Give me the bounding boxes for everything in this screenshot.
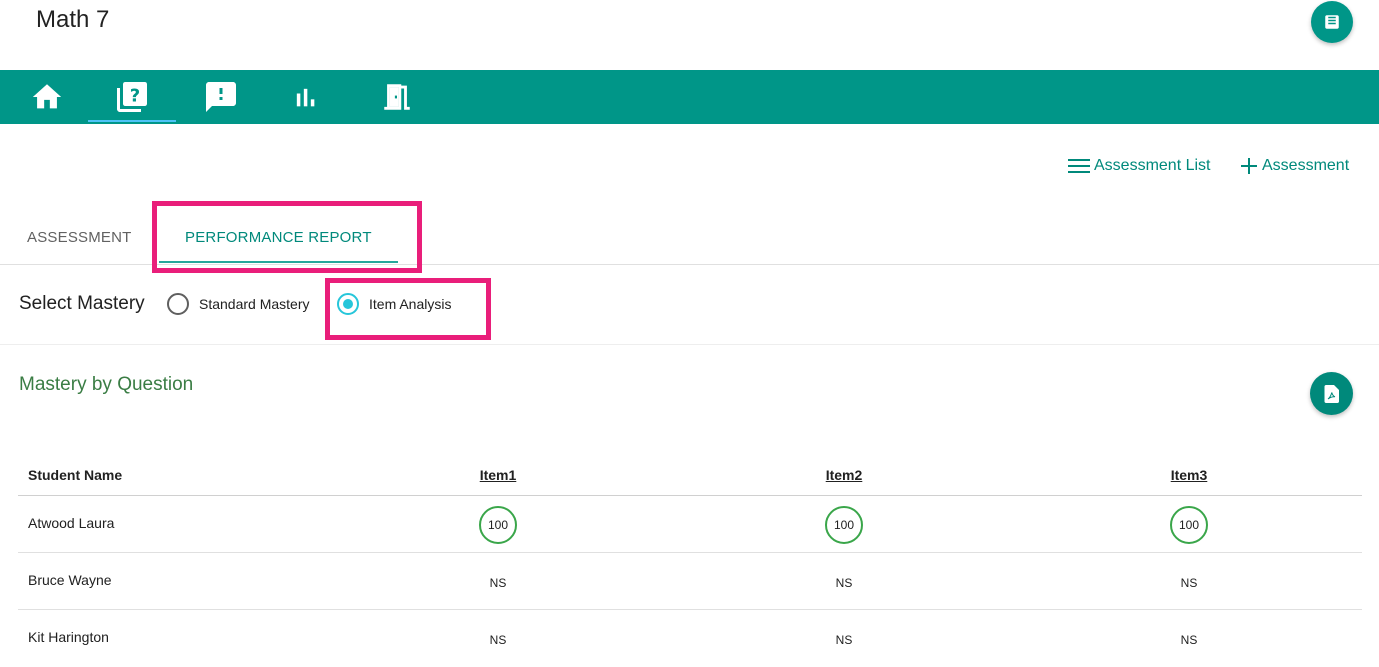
score-badge: 100 xyxy=(479,505,517,544)
radio-checked-icon xyxy=(337,293,359,315)
score-badge: 100 xyxy=(825,505,863,544)
feedback-icon xyxy=(206,82,236,112)
standard-mastery-label: Standard Mastery xyxy=(199,296,310,312)
quiz-icon: ? xyxy=(117,82,147,112)
mastery-selector: Select Mastery Standard Mastery Item Ana… xyxy=(0,265,1379,345)
score-cell: NS xyxy=(490,610,507,667)
score-badge: 100 xyxy=(1170,505,1208,544)
score-cell: NS xyxy=(1181,610,1198,667)
nav-feedback[interactable] xyxy=(200,70,242,124)
student-name: Atwood Laura xyxy=(28,515,115,531)
export-pdf-button[interactable] xyxy=(1310,372,1353,415)
home-icon xyxy=(32,84,62,109)
score-cell: NS xyxy=(1181,553,1198,610)
menu-button[interactable] xyxy=(1311,1,1353,43)
add-assessment-button[interactable]: Assessment xyxy=(1240,157,1349,175)
report-tabs: ASSESSMENT PERFORMANCE REPORT xyxy=(0,212,1379,265)
section-title: Mastery by Question xyxy=(19,374,194,395)
menu-lines-icon xyxy=(1068,159,1090,173)
nav-assessments[interactable]: ? xyxy=(88,70,176,124)
main-nav: ? xyxy=(0,70,1379,124)
pdf-icon xyxy=(1324,384,1339,403)
student-name: Kit Harington xyxy=(28,629,109,645)
exit-door-icon xyxy=(384,84,410,110)
tab-performance-report[interactable]: PERFORMANCE REPORT xyxy=(185,229,372,246)
mastery-table: Student Name Item1 Item2 Item3 Atwood La… xyxy=(18,454,1362,667)
table-row: Atwood Laura 100 100 100 xyxy=(18,496,1362,553)
score-cell: 100 xyxy=(1170,496,1208,553)
top-bar: Math 7 xyxy=(0,0,1379,70)
nav-exit[interactable] xyxy=(376,70,418,124)
not-submitted-label: NS xyxy=(489,576,507,590)
notes-icon xyxy=(1325,15,1339,29)
header-student-name: Student Name xyxy=(28,467,123,483)
not-submitted-label: NS xyxy=(1180,633,1198,647)
score-cell: NS xyxy=(836,610,853,667)
page-title: Math 7 xyxy=(36,6,110,33)
score-cell: 100 xyxy=(479,496,517,553)
table-row: Kit Harington NS NS NS xyxy=(18,610,1362,667)
student-name: Bruce Wayne xyxy=(28,572,112,588)
add-assessment-label: Assessment xyxy=(1262,157,1350,174)
score-cell: NS xyxy=(490,553,507,610)
select-mastery-label: Select Mastery xyxy=(19,293,145,314)
not-submitted-label: NS xyxy=(489,633,507,647)
header-item3[interactable]: Item3 xyxy=(1171,467,1208,483)
active-tab-indicator xyxy=(159,261,398,263)
radio-standard-mastery[interactable]: Standard Mastery xyxy=(167,293,310,315)
assessment-list-link[interactable]: Assessment List xyxy=(1068,157,1210,175)
radio-unchecked-icon xyxy=(167,293,189,315)
not-submitted-label: NS xyxy=(835,576,853,590)
radio-item-analysis[interactable]: Item Analysis xyxy=(337,293,451,315)
table-header: Student Name Item1 Item2 Item3 xyxy=(18,454,1362,496)
plus-icon xyxy=(1241,158,1257,174)
header-item2[interactable]: Item2 xyxy=(826,467,863,483)
score-cell: 100 xyxy=(825,496,863,553)
item-analysis-label: Item Analysis xyxy=(369,296,452,312)
nav-reports[interactable] xyxy=(284,70,326,124)
not-submitted-label: NS xyxy=(1180,576,1198,590)
tab-assessment[interactable]: ASSESSMENT xyxy=(27,229,132,246)
assessment-list-label: Assessment List xyxy=(1094,157,1211,174)
nav-home[interactable] xyxy=(26,70,68,124)
svg-text:?: ? xyxy=(130,86,140,107)
header-item1[interactable]: Item1 xyxy=(480,467,517,483)
score-cell: NS xyxy=(836,553,853,610)
table-row: Bruce Wayne NS NS NS xyxy=(18,553,1362,610)
bar-chart-icon xyxy=(296,88,315,107)
not-submitted-label: NS xyxy=(835,633,853,647)
